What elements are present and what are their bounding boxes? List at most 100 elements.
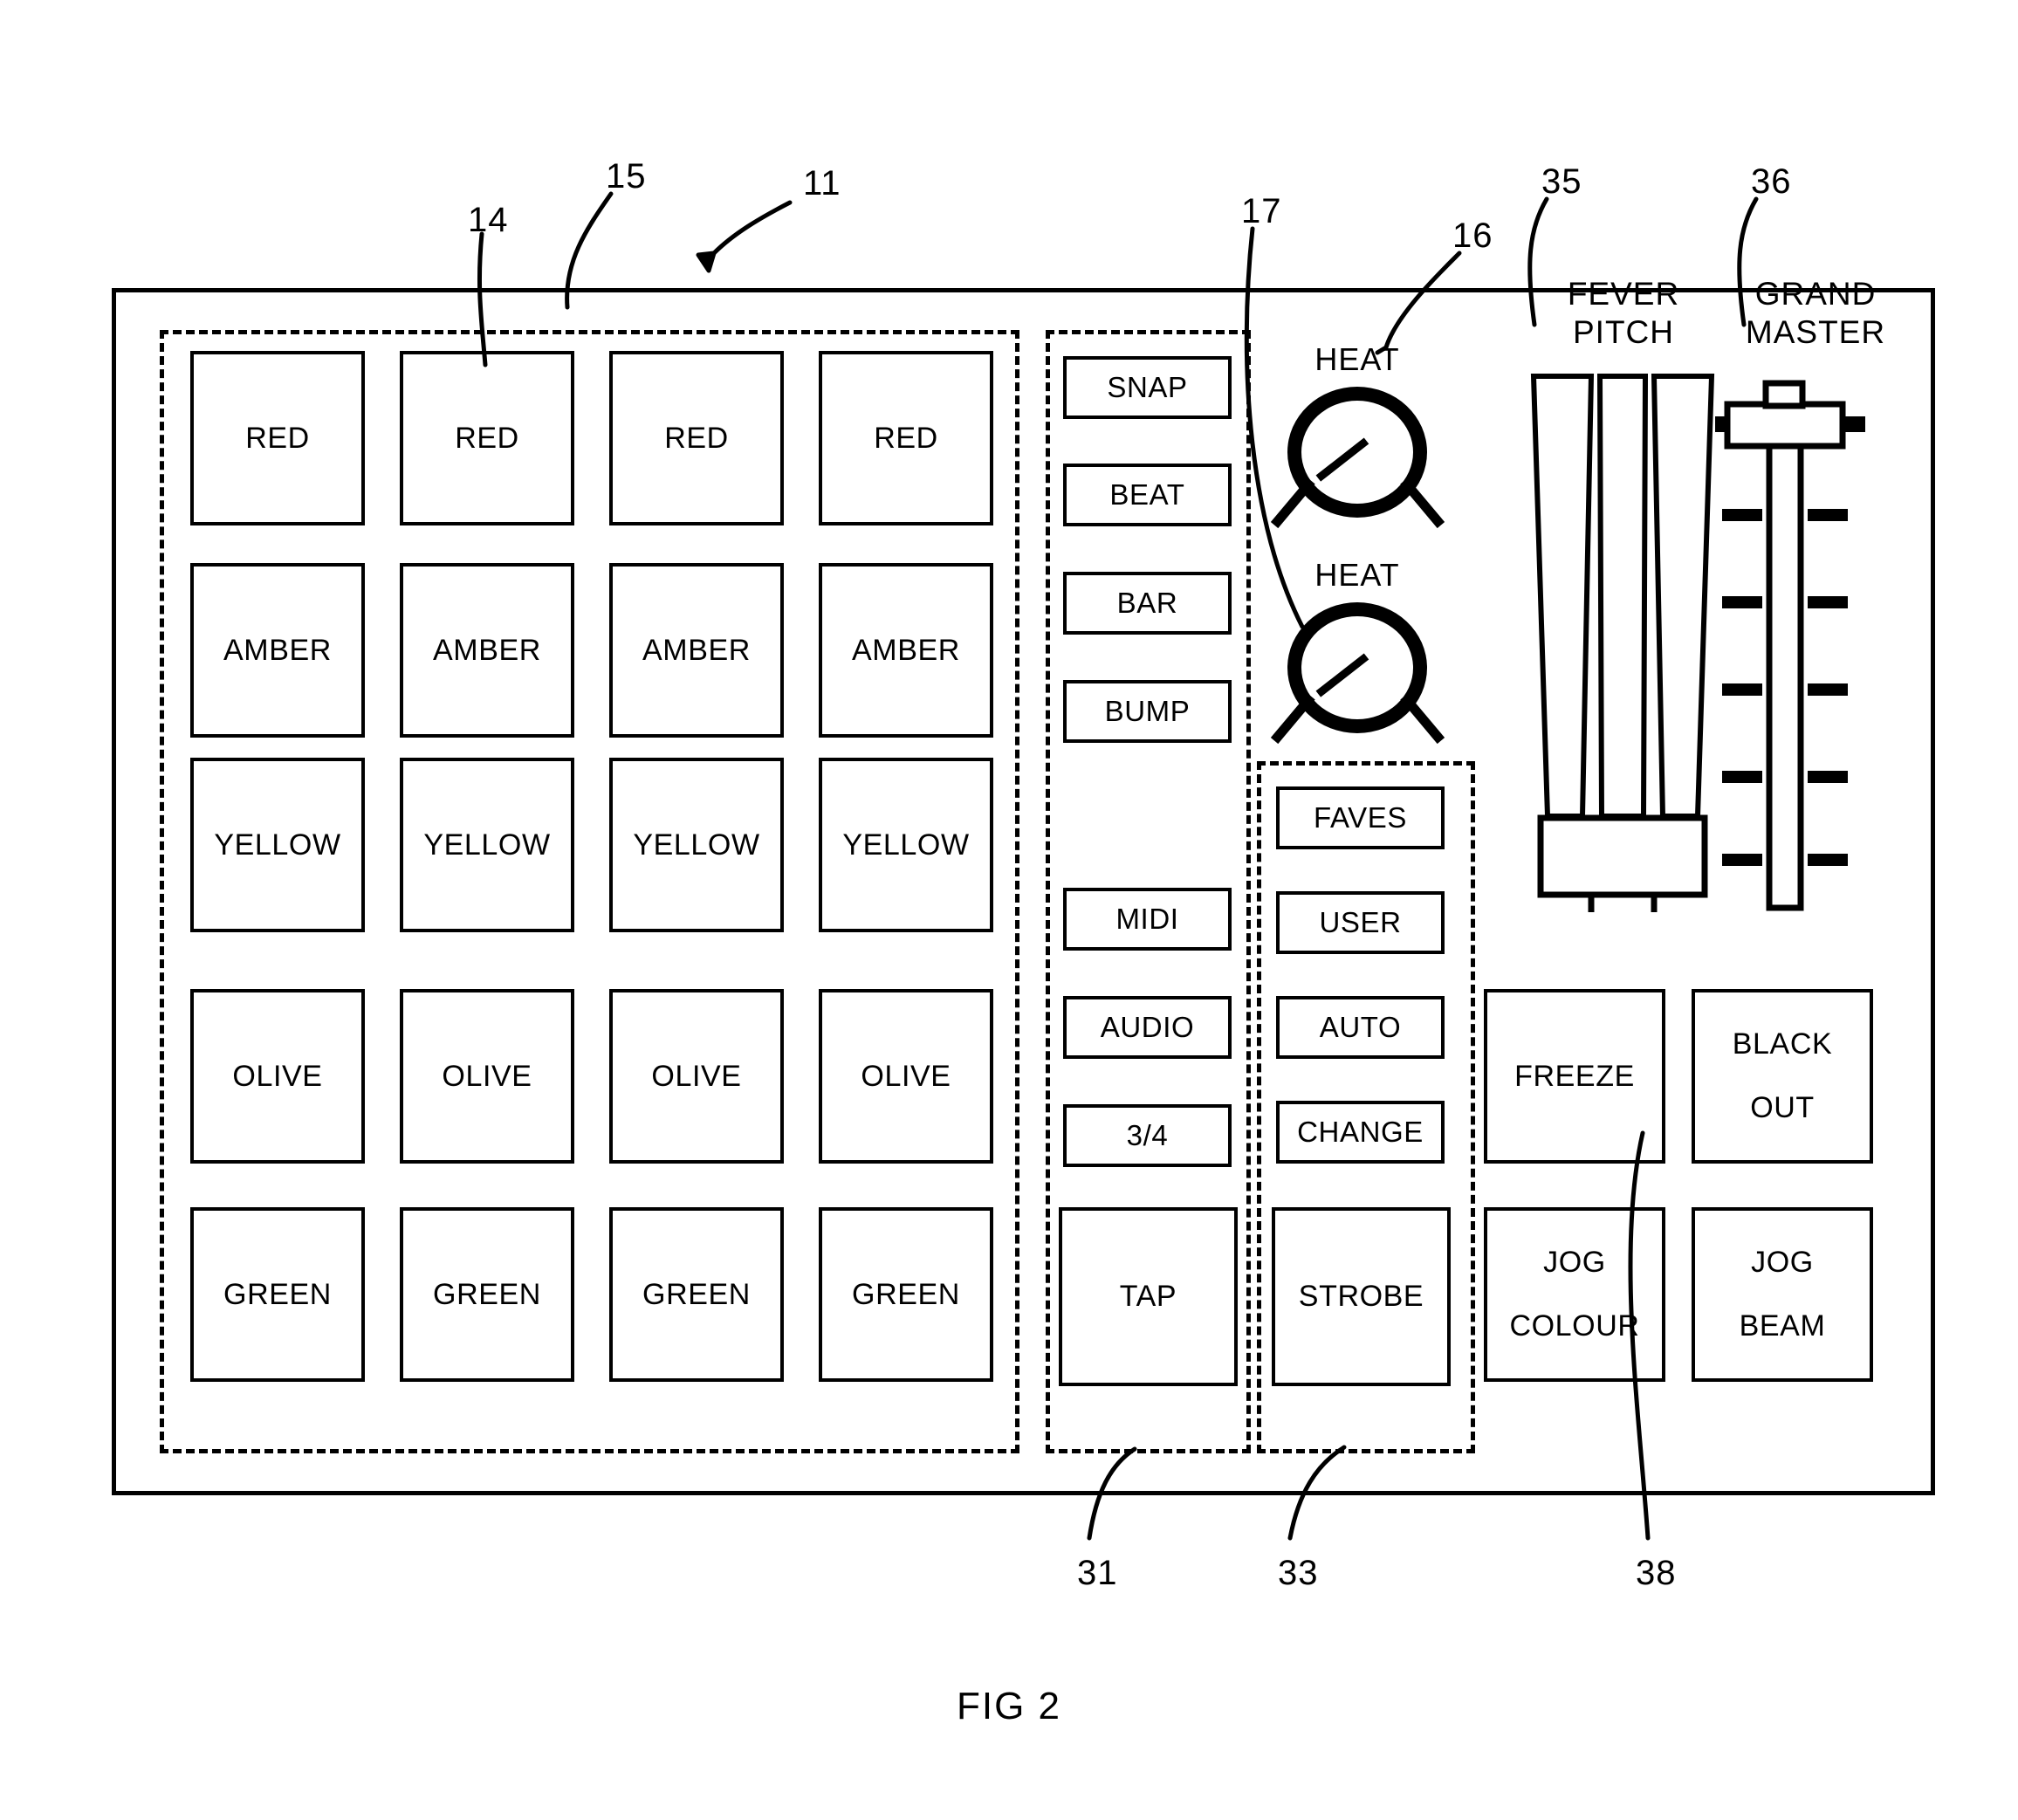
pad-label: AMBER xyxy=(642,633,751,667)
pad-green-4[interactable]: GREEN xyxy=(819,1207,993,1382)
button-midi[interactable]: MIDI xyxy=(1063,888,1232,951)
button-label: BUMP xyxy=(1104,695,1191,728)
pad-red-4[interactable]: RED xyxy=(819,351,993,525)
button-tap[interactable]: TAP xyxy=(1059,1207,1238,1386)
button-faves[interactable]: FAVES xyxy=(1276,786,1445,849)
pad-label: AMBER xyxy=(223,633,332,667)
pad-label: YELLOW xyxy=(214,828,341,862)
grand-master-graphic xyxy=(1715,380,1865,911)
knob-heat-1[interactable]: HEAT xyxy=(1270,341,1445,529)
patent-figure: RED RED RED RED AMBER AMBER AMBER AMBER … xyxy=(0,0,2018,1820)
refnum-36: 36 xyxy=(1751,162,1792,201)
refnum-35: 35 xyxy=(1541,162,1582,201)
button-label-line1: JOG xyxy=(1751,1245,1814,1279)
button-label: BAR xyxy=(1116,587,1178,620)
knob-heat-1-label: HEAT xyxy=(1314,341,1400,377)
pad-label: YELLOW xyxy=(423,828,551,862)
button-beat[interactable]: BEAT xyxy=(1063,464,1232,526)
pad-label: AMBER xyxy=(852,633,960,667)
button-label: STROBE xyxy=(1298,1280,1424,1314)
pad-amber-3[interactable]: AMBER xyxy=(609,563,784,738)
button-label: AUTO xyxy=(1319,1011,1402,1044)
grand-master-label: GRAND MASTER xyxy=(1715,275,1916,351)
button-label: FAVES xyxy=(1314,801,1407,834)
pad-olive-2[interactable]: OLIVE xyxy=(400,989,574,1164)
button-strobe[interactable]: STROBE xyxy=(1272,1207,1451,1386)
button-label-line1: JOG xyxy=(1543,1245,1606,1279)
refnum-38: 38 xyxy=(1636,1554,1677,1592)
grand-master-fader[interactable]: GRAND MASTER xyxy=(1715,276,1916,938)
fever-pitch-graphic xyxy=(1530,374,1715,912)
grand-master-label-line1: GRAND xyxy=(1754,276,1877,312)
refnum-33: 33 xyxy=(1278,1554,1319,1592)
fever-pitch-label-line2: PITCH xyxy=(1573,313,1674,350)
button-label-line2: COLOUR xyxy=(1509,1309,1640,1343)
pad-label: OLIVE xyxy=(232,1059,323,1093)
pad-label: YELLOW xyxy=(842,828,970,862)
refnum-17: 17 xyxy=(1241,192,1282,230)
pad-amber-1[interactable]: AMBER xyxy=(190,563,365,738)
button-label: BEAT xyxy=(1109,478,1185,512)
fever-pitch-control[interactable]: FEVER PITCH xyxy=(1523,276,1724,912)
fever-pitch-label-line1: FEVER xyxy=(1567,276,1680,312)
button-auto[interactable]: AUTO xyxy=(1276,996,1445,1059)
pad-label: GREEN xyxy=(852,1277,960,1311)
button-black-out[interactable]: BLACK OUT xyxy=(1692,989,1873,1164)
button-jog-colour[interactable]: JOG COLOUR xyxy=(1484,1207,1665,1382)
button-label: SNAP xyxy=(1107,371,1188,404)
knob-heat-2[interactable]: HEAT xyxy=(1270,557,1445,745)
button-label: AUDIO xyxy=(1100,1011,1195,1044)
pad-amber-2[interactable]: AMBER xyxy=(400,563,574,738)
button-label-line2: OUT xyxy=(1750,1091,1815,1125)
pad-yellow-3[interactable]: YELLOW xyxy=(609,758,784,932)
refnum-11: 11 xyxy=(803,164,841,203)
pad-olive-1[interactable]: OLIVE xyxy=(190,989,365,1164)
pad-label: OLIVE xyxy=(861,1059,951,1093)
pad-label: YELLOW xyxy=(633,828,760,862)
pad-label: RED xyxy=(455,421,519,455)
pad-yellow-4[interactable]: YELLOW xyxy=(819,758,993,932)
pad-yellow-2[interactable]: YELLOW xyxy=(400,758,574,932)
knob-heat-2-label: HEAT xyxy=(1314,557,1400,593)
button-3-4[interactable]: 3/4 xyxy=(1063,1104,1232,1167)
pad-label: RED xyxy=(664,421,729,455)
button-bump[interactable]: BUMP xyxy=(1063,680,1232,743)
pad-label: RED xyxy=(245,421,310,455)
button-label: CHANGE xyxy=(1297,1116,1424,1149)
pad-green-1[interactable]: GREEN xyxy=(190,1207,365,1382)
refnum-15: 15 xyxy=(606,157,647,196)
button-snap[interactable]: SNAP xyxy=(1063,356,1232,419)
pad-label: GREEN xyxy=(642,1277,751,1311)
pad-red-2[interactable]: RED xyxy=(400,351,574,525)
button-label: MIDI xyxy=(1115,903,1179,936)
button-label: USER xyxy=(1319,906,1402,939)
pad-label: AMBER xyxy=(433,633,541,667)
pad-olive-4[interactable]: OLIVE xyxy=(819,989,993,1164)
fever-pitch-label: FEVER PITCH xyxy=(1523,275,1724,351)
pad-red-1[interactable]: RED xyxy=(190,351,365,525)
button-freeze[interactable]: FREEZE xyxy=(1484,989,1665,1164)
pad-amber-4[interactable]: AMBER xyxy=(819,563,993,738)
button-bar[interactable]: BAR xyxy=(1063,572,1232,635)
pad-green-2[interactable]: GREEN xyxy=(400,1207,574,1382)
pad-label: OLIVE xyxy=(651,1059,742,1093)
refnum-16: 16 xyxy=(1452,216,1493,255)
pad-red-3[interactable]: RED xyxy=(609,351,784,525)
grand-master-label-line2: MASTER xyxy=(1745,313,1886,350)
pad-label: GREEN xyxy=(433,1277,541,1311)
button-user[interactable]: USER xyxy=(1276,891,1445,954)
refnum-14: 14 xyxy=(468,201,509,239)
refnum-31: 31 xyxy=(1077,1554,1118,1592)
pad-olive-3[interactable]: OLIVE xyxy=(609,989,784,1164)
button-jog-beam[interactable]: JOG BEAM xyxy=(1692,1207,1873,1382)
button-label-multiline: JOG BEAM xyxy=(1740,1247,1826,1343)
button-label: 3/4 xyxy=(1126,1119,1169,1152)
button-label: TAP xyxy=(1119,1280,1177,1314)
pad-green-3[interactable]: GREEN xyxy=(609,1207,784,1382)
button-change[interactable]: CHANGE xyxy=(1276,1101,1445,1164)
button-audio[interactable]: AUDIO xyxy=(1063,996,1232,1059)
figure-caption: FIG 2 xyxy=(956,1685,1062,1727)
pad-yellow-1[interactable]: YELLOW xyxy=(190,758,365,932)
pad-label: OLIVE xyxy=(442,1059,532,1093)
pad-label: RED xyxy=(874,421,938,455)
